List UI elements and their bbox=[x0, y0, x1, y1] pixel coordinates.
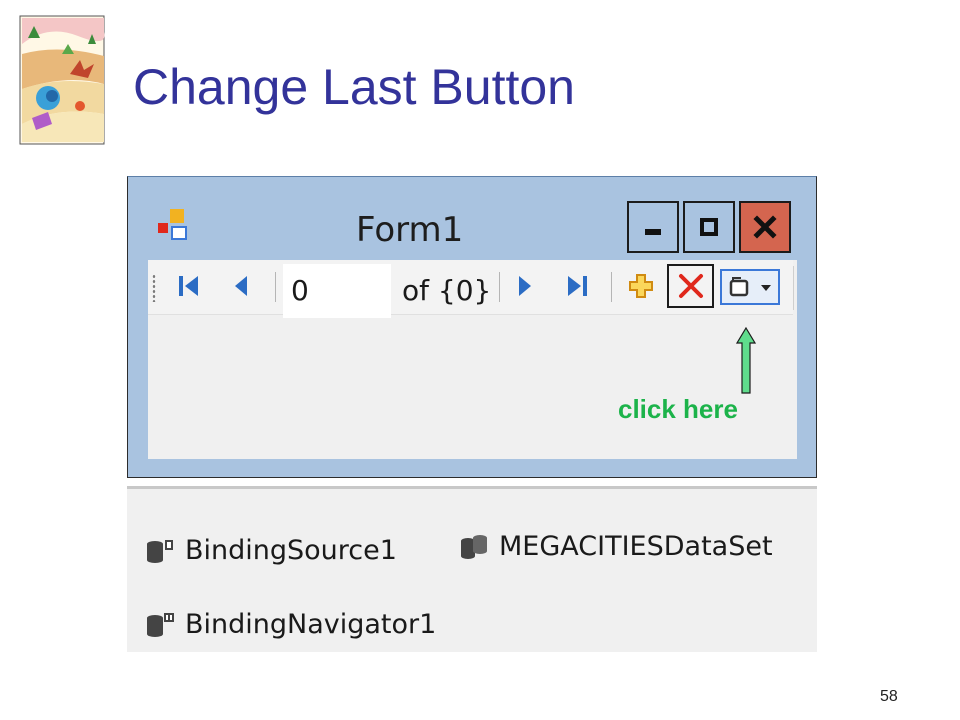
tray-item-binding-source[interactable]: BindingSource1 bbox=[145, 535, 397, 566]
click-here-annotation: click here bbox=[618, 394, 738, 424]
component-tray: BindingSource1 MEGACITIESDataSet Binding… bbox=[127, 486, 817, 652]
close-icon bbox=[753, 215, 777, 239]
position-value: 0 bbox=[291, 274, 309, 307]
delete-button[interactable] bbox=[667, 264, 714, 308]
slide-title: Change Last Button bbox=[133, 59, 575, 115]
tray-item-label: MEGACITIESDataSet bbox=[499, 531, 773, 562]
move-next-icon bbox=[519, 276, 531, 296]
binding-navigator-toolstrip: 0 of {0} bbox=[148, 260, 794, 318]
move-next-button[interactable] bbox=[508, 266, 542, 306]
move-previous-icon bbox=[235, 276, 247, 296]
count-item-label: of {0} bbox=[402, 274, 492, 307]
minimize-icon bbox=[645, 229, 661, 235]
tray-item-dataset[interactable]: MEGACITIESDataSet bbox=[459, 531, 773, 562]
toolstrip-separator bbox=[499, 272, 500, 302]
annotation-arrow-icon bbox=[736, 327, 756, 394]
minimize-button[interactable] bbox=[627, 201, 679, 253]
form-client-area: 0 of {0} bbox=[148, 260, 797, 459]
dropdown-button-icon bbox=[729, 277, 771, 297]
change-last-dropdown-button[interactable] bbox=[720, 269, 780, 305]
dataset-icon bbox=[461, 534, 487, 559]
tray-item-label: BindingNavigator1 bbox=[185, 609, 437, 640]
binding-source-icon bbox=[147, 539, 173, 563]
move-first-icon bbox=[179, 276, 198, 296]
tray-item-label: BindingSource1 bbox=[185, 535, 397, 566]
move-first-button[interactable] bbox=[172, 266, 206, 306]
toolstrip-grip[interactable] bbox=[152, 274, 156, 302]
toolstrip-separator bbox=[275, 272, 276, 302]
add-new-button[interactable] bbox=[622, 266, 660, 306]
tray-item-binding-navigator[interactable]: BindingNavigator1 bbox=[145, 609, 436, 640]
form-title: Form1 bbox=[356, 210, 464, 250]
maximize-button[interactable] bbox=[683, 201, 735, 253]
page-number: 58 bbox=[880, 688, 898, 705]
maximize-icon bbox=[700, 218, 718, 236]
decorative-clipart-image bbox=[19, 15, 105, 145]
delete-icon bbox=[678, 274, 703, 298]
move-last-button[interactable] bbox=[558, 266, 596, 306]
form-app-icon bbox=[158, 209, 187, 240]
toolstrip-separator bbox=[611, 272, 612, 302]
position-textbox[interactable]: 0 bbox=[283, 264, 391, 318]
close-button[interactable] bbox=[739, 201, 791, 253]
toolstrip-edge bbox=[793, 266, 794, 310]
move-previous-button[interactable] bbox=[224, 266, 258, 306]
move-last-icon bbox=[568, 276, 587, 296]
binding-navigator-icon bbox=[147, 612, 174, 637]
form-window: Form1 0 of {0} bbox=[127, 176, 817, 478]
add-new-icon bbox=[629, 274, 653, 298]
